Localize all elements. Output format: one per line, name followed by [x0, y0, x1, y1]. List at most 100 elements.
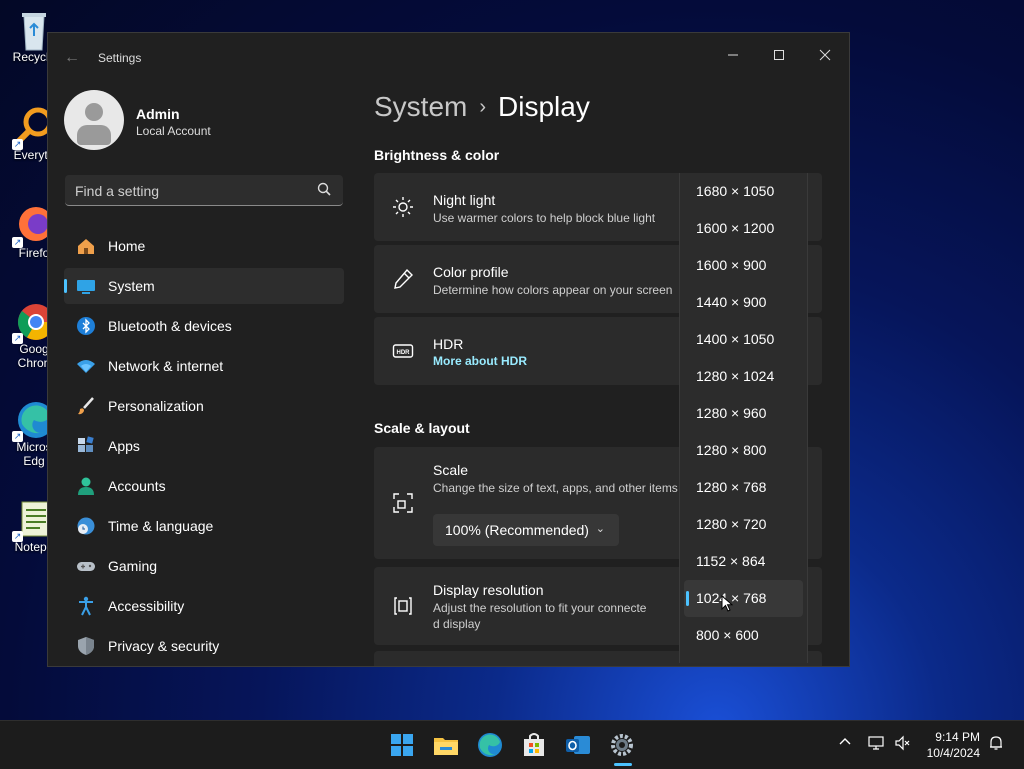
- system-clock[interactable]: 9:14 PM 10/4/2024: [920, 729, 980, 761]
- sidebar-item-home[interactable]: Home: [64, 228, 344, 264]
- night-light-subtitle: Use warmer colors to help block blue lig…: [433, 211, 656, 225]
- resolution-option-selected[interactable]: 1024 × 768: [684, 580, 803, 617]
- hdr-title: HDR: [433, 336, 464, 352]
- user-name: Admin: [136, 106, 180, 122]
- scale-dropdown[interactable]: 100% (Recommended) ⌄: [433, 514, 619, 546]
- resolution-option[interactable]: 1152 × 864: [680, 543, 807, 580]
- resolution-option[interactable]: 1280 × 768: [680, 469, 807, 506]
- sidebar-nav: Home System Bluetooth & devices Network …: [64, 228, 344, 666]
- breadcrumb-parent[interactable]: System: [374, 91, 467, 122]
- sidebar-item-label: Accounts: [108, 478, 166, 494]
- search-icon: [317, 182, 331, 196]
- outlook-icon: [566, 736, 590, 754]
- sidebar-item-label: Privacy & security: [108, 638, 220, 654]
- more-about-hdr-link[interactable]: More about HDR: [433, 354, 527, 368]
- window-title: Settings: [98, 51, 142, 65]
- settings-taskbar-button[interactable]: [606, 729, 638, 761]
- resolution-option[interactable]: 1440 × 900: [680, 284, 807, 321]
- sidebar-item-label: Bluetooth & devices: [108, 318, 232, 334]
- start-icon: [391, 734, 413, 756]
- settings-window: ← Settings Admin Local Account Find a se…: [47, 32, 850, 667]
- section-heading-scale-layout: Scale & layout: [374, 420, 470, 436]
- sidebar-item-gaming[interactable]: Gaming: [64, 548, 344, 584]
- sidebar-item-accounts[interactable]: Accounts: [64, 468, 344, 504]
- sidebar-item-bluetooth[interactable]: Bluetooth & devices: [64, 308, 344, 344]
- resolution-option[interactable]: 1280 × 720: [680, 506, 807, 543]
- sidebar-item-label: Home: [108, 238, 146, 254]
- chevron-down-icon: ⌄: [595, 523, 605, 535]
- maximize-icon: [774, 50, 784, 60]
- resolution-option[interactable]: 1280 × 1024: [680, 358, 807, 395]
- resolution-icon: [394, 597, 412, 615]
- home-icon: [78, 239, 94, 254]
- network-icon[interactable]: [868, 735, 886, 754]
- wifi-icon: [77, 360, 95, 373]
- shield-icon: [78, 637, 94, 655]
- notification-bell-icon[interactable]: [988, 735, 1004, 754]
- sidebar-item-apps[interactable]: Apps: [64, 428, 344, 464]
- sidebar-item-label: Time & language: [108, 518, 214, 534]
- shortcut-arrow-icon: ↗: [12, 237, 23, 248]
- minimize-icon: [728, 54, 738, 56]
- clock-time: 9:14 PM: [935, 730, 980, 744]
- shortcut-arrow-icon: ↗: [12, 531, 23, 542]
- volume-muted-icon[interactable]: [894, 735, 912, 754]
- sidebar-item-personalization[interactable]: Personalization: [64, 388, 344, 424]
- mouse-cursor-icon: [721, 595, 733, 612]
- sidebar-item-label: Apps: [108, 438, 140, 454]
- maximize-button[interactable]: [756, 41, 802, 71]
- resolution-option[interactable]: 1280 × 960: [680, 395, 807, 432]
- resolution-option[interactable]: 1600 × 900: [680, 247, 807, 284]
- sidebar-item-system[interactable]: System: [64, 268, 344, 304]
- sidebar-item-label: Network & internet: [108, 358, 224, 374]
- scale-subtitle: Change the size of text, apps, and other…: [433, 481, 678, 495]
- settings-icon: [611, 734, 633, 756]
- chevron-up-icon[interactable]: [838, 735, 852, 752]
- accounts-icon: [78, 477, 94, 495]
- night-light-title: Night light: [433, 192, 496, 208]
- resolution-option[interactable]: 1600 × 1200: [680, 210, 807, 247]
- start-button[interactable]: [386, 729, 418, 761]
- edge-button[interactable]: [474, 729, 506, 761]
- section-heading-brightness: Brightness & color: [374, 147, 500, 163]
- accessibility-icon: [79, 596, 93, 616]
- scale-title: Scale: [433, 462, 469, 478]
- store-icon: [524, 733, 544, 756]
- display-resolution-title: Display resolution: [433, 582, 544, 598]
- sidebar-item-label: Accessibility: [108, 598, 185, 614]
- breadcrumb-separator: ›: [479, 96, 487, 118]
- close-button[interactable]: [802, 41, 848, 71]
- color-profile-subtitle: Determine how colors appear on your scre…: [433, 283, 673, 297]
- resolution-option[interactable]: 1400 × 1050: [680, 321, 807, 358]
- title-bar: ← Settings: [48, 33, 849, 83]
- display-resolution-subtitle-line2: d display: [433, 617, 481, 631]
- sidebar-item-label: Personalization: [108, 398, 204, 414]
- resolution-dropdown-list[interactable]: 1680 × 1050 1600 × 1200 1600 × 900 1440 …: [679, 173, 808, 663]
- outlook-button[interactable]: [562, 729, 594, 761]
- shortcut-arrow-icon: ↗: [12, 431, 23, 442]
- search-input[interactable]: Find a setting: [65, 175, 343, 206]
- sidebar-item-time-language[interactable]: Time & language: [64, 508, 344, 544]
- brush-icon: [78, 397, 94, 415]
- globe-clock-icon: [77, 517, 95, 535]
- bluetooth-icon: [77, 317, 95, 335]
- sidebar-item-accessibility[interactable]: Accessibility: [64, 588, 344, 624]
- scale-icon: [393, 493, 413, 513]
- file-explorer-button[interactable]: [430, 729, 462, 761]
- minimize-button[interactable]: [710, 41, 756, 71]
- resolution-option[interactable]: 1680 × 1050: [680, 173, 807, 210]
- hdr-icon: HDR: [392, 344, 414, 358]
- clock-date: 10/4/2024: [926, 746, 980, 760]
- breadcrumb: System › Display: [374, 91, 590, 123]
- avatar[interactable]: [64, 90, 124, 150]
- file-explorer-icon: [434, 738, 458, 755]
- resolution-option[interactable]: 1280 × 800: [680, 432, 807, 469]
- resolution-option[interactable]: 800 × 600: [680, 617, 807, 654]
- account-type: Local Account: [136, 124, 211, 138]
- store-button[interactable]: [518, 729, 550, 761]
- sidebar-item-network[interactable]: Network & internet: [64, 348, 344, 384]
- back-arrow-icon[interactable]: ←: [64, 49, 80, 67]
- scale-dropdown-value: 100% (Recommended): [445, 522, 589, 538]
- shortcut-arrow-icon: ↗: [12, 333, 23, 344]
- sidebar-item-privacy-security[interactable]: Privacy & security: [64, 628, 344, 664]
